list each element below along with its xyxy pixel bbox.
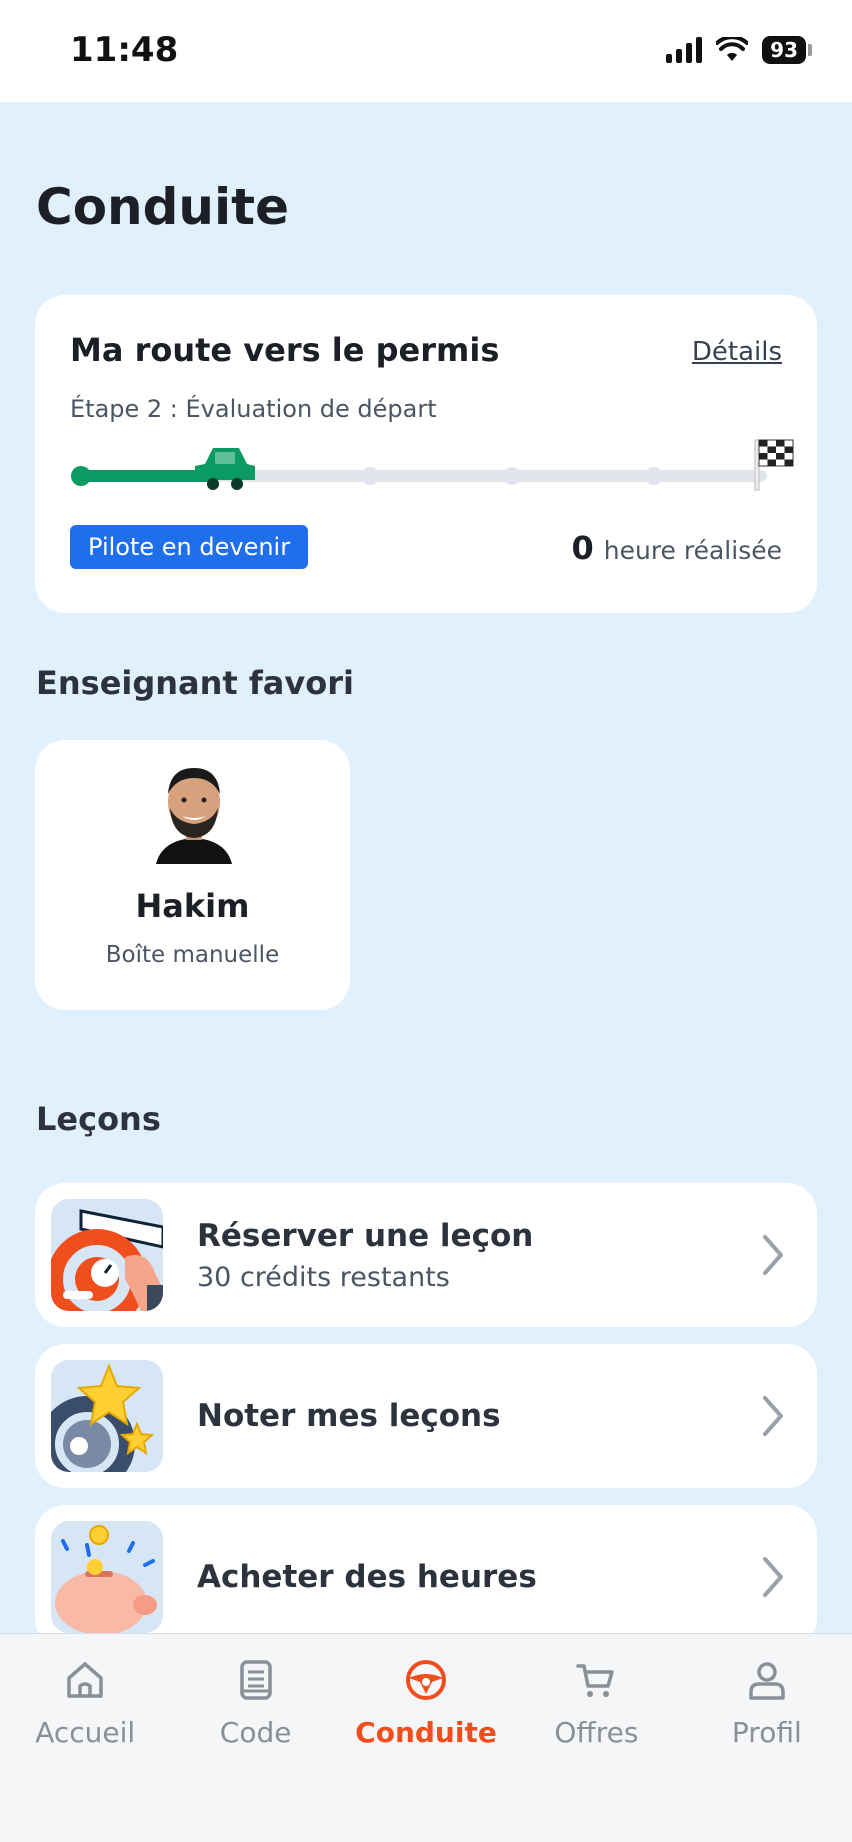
chevron-right-icon — [763, 1396, 783, 1436]
teacher-transmission: Boîte manuelle — [105, 942, 280, 968]
rate-lessons-row[interactable]: Noter mes leçons — [35, 1344, 817, 1488]
nav-label: Conduite — [355, 1716, 497, 1749]
status-bar: 11:48 93 — [0, 0, 852, 102]
book-lesson-row[interactable]: Réserver une leçon 30 crédits restants — [35, 1183, 817, 1327]
cart-icon — [576, 1664, 615, 1697]
nav-item-conduite[interactable]: Conduite — [341, 1634, 511, 1842]
chevron-right-icon — [763, 1235, 783, 1275]
book-icon — [239, 1660, 272, 1700]
progress-step-dot — [361, 467, 379, 485]
progress-start-dot — [71, 466, 91, 486]
favorite-teacher-heading: Enseignant favori — [36, 664, 354, 702]
status-icons: 93 — [666, 36, 812, 64]
steering-wheel-icon — [406, 1660, 447, 1700]
nav-label: Profil — [731, 1716, 802, 1749]
lesson-row-title: Réserver une leçon — [197, 1217, 534, 1254]
nav-label: Offres — [554, 1716, 639, 1749]
route-card-title: Ma route vers le permis — [70, 331, 500, 369]
hours-label: heure réalisée — [603, 536, 782, 565]
chevron-right-icon — [763, 1557, 783, 1597]
status-time: 11:48 — [70, 30, 179, 70]
nav-item-code[interactable]: Code — [170, 1634, 340, 1842]
nav-item-profil[interactable]: Profil — [682, 1634, 852, 1842]
level-badge: Pilote en devenir — [70, 525, 309, 569]
finish-flag-icon — [754, 439, 794, 491]
home-icon — [67, 1662, 103, 1698]
car-icon — [195, 448, 255, 490]
lesson-row-subtitle: 30 crédits restants — [197, 1261, 450, 1293]
lesson-row-title: Acheter des heures — [197, 1559, 537, 1595]
user-icon — [749, 1662, 785, 1700]
permit-route-card: Ma route vers le permis Détails Étape 2 … — [35, 295, 817, 613]
progress-step-dot — [503, 467, 521, 485]
wifi-icon — [716, 37, 749, 61]
progress-step-dot — [645, 467, 663, 485]
hours-completed: 0 heure réalisée — [571, 529, 782, 567]
piggy-bank-icon — [51, 1521, 163, 1633]
page-title: Conduite — [36, 178, 289, 236]
teacher-avatar — [156, 768, 232, 864]
route-step-label: Étape 2 : Évaluation de départ — [70, 395, 437, 423]
buy-hours-row[interactable]: Acheter des heures — [35, 1505, 817, 1649]
cellular-signal-icon — [666, 37, 703, 63]
progress-track — [71, 439, 794, 491]
steering-wheel-icon — [51, 1199, 163, 1311]
nav-item-accueil[interactable]: Accueil — [0, 1634, 170, 1842]
favorite-teacher-card[interactable]: Hakim Boîte manuelle — [35, 740, 350, 1010]
lessons-heading: Leçons — [36, 1100, 161, 1138]
star-rating-icon — [51, 1360, 163, 1472]
nav-label: Code — [219, 1716, 292, 1749]
nav-label: Accueil — [35, 1716, 136, 1749]
teacher-name: Hakim — [135, 887, 250, 925]
bottom-nav: Accueil Code Conduite Offres Profil — [0, 1633, 852, 1842]
details-link[interactable]: Détails — [692, 337, 782, 367]
battery-level: 93 — [762, 36, 806, 64]
nav-item-offres[interactable]: Offres — [511, 1634, 681, 1842]
battery-icon: 93 — [762, 36, 812, 64]
hours-value: 0 — [571, 529, 594, 567]
lesson-row-title: Noter mes leçons — [197, 1398, 501, 1434]
